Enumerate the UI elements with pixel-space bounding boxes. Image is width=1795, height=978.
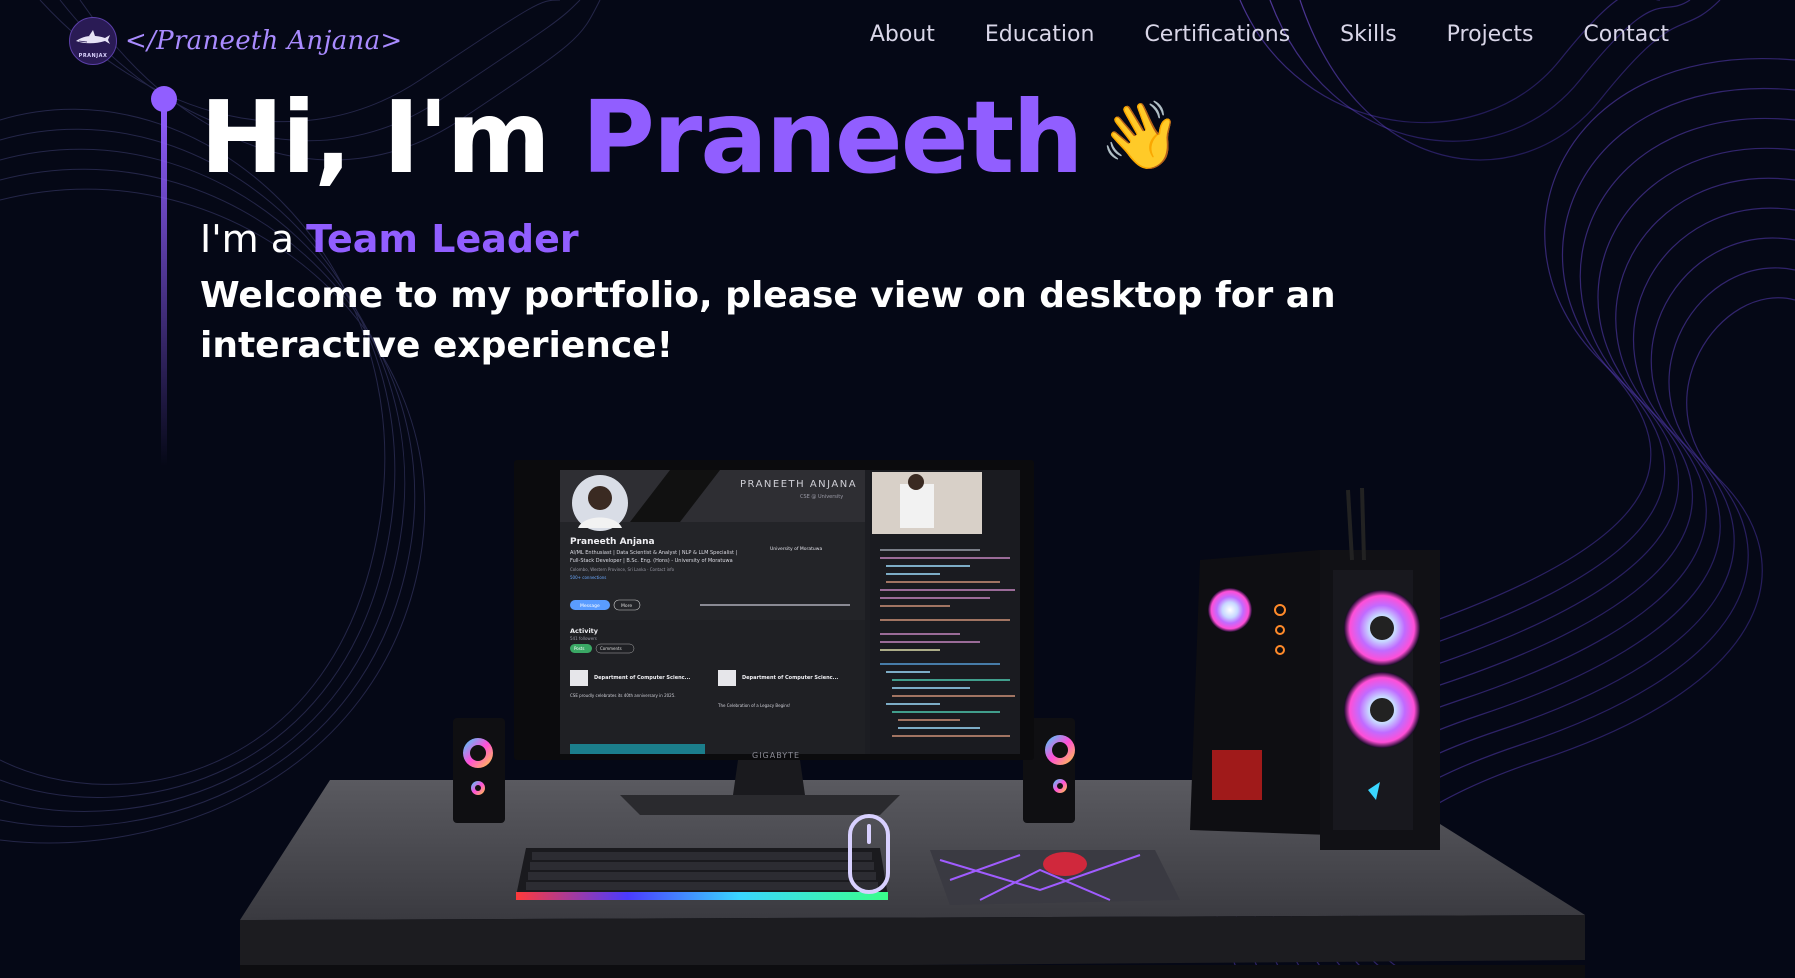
profile-banner-name: PRANEETH ANJANA — [740, 479, 857, 490]
profile-location: Colombo, Western Province, Sri Lanka · C… — [570, 567, 675, 572]
post2-title: Department of Computer Scienc... — [742, 675, 838, 681]
profile-banner-sub: CSE @ University — [800, 494, 843, 500]
nav-links: About Education Certifications Skills Pr… — [870, 22, 1669, 47]
hero-title: Hi, I'm Praneeth 👋 — [200, 80, 1600, 195]
nav-link-certifications[interactable]: Certifications — [1144, 22, 1290, 47]
post2-text: The Celebration of a Legacy Begins! — [717, 703, 790, 708]
profile-university: University of Moratuwa — [770, 546, 822, 552]
role-line: I'm a Team Leader — [200, 217, 1600, 261]
typed-role: Team Leader — [306, 217, 579, 261]
hero-greeting: Hi, I'm — [200, 79, 582, 196]
mousepad — [930, 850, 1180, 905]
hero-section: Hi, I'm Praneeth 👋 I'm a Team Leader Welc… — [200, 80, 1600, 372]
monitor: PRANEETH ANJANA CSE @ University Praneet… — [514, 460, 1034, 815]
waving-hand-icon: 👋 — [1099, 97, 1182, 174]
nav-link-projects[interactable]: Projects — [1447, 22, 1534, 47]
post1-title: Department of Computer Scienc... — [594, 675, 690, 681]
nav-link-contact[interactable]: Contact — [1583, 22, 1669, 47]
brand-link[interactable]: PRANJAX </Praneeth Anjana> — [69, 17, 402, 65]
activity-followers: 541 followers — [570, 636, 597, 641]
monitor-brand: GIGABYTE — [752, 751, 800, 760]
pc-case — [1190, 487, 1440, 850]
brand-name: </Praneeth Anjana> — [125, 26, 403, 56]
welcome-text: Welcome to my portfolio, please view on … — [200, 274, 1336, 367]
keyboard — [516, 848, 888, 900]
activity-title: Activity — [570, 627, 599, 635]
nav-link-skills[interactable]: Skills — [1340, 22, 1397, 47]
role-prefix: I'm a — [200, 217, 307, 261]
timeline-line — [161, 106, 167, 466]
profile-headline: AI/ML Enthusiast | Data Scientist & Anal… — [570, 550, 738, 556]
hero-name: Praneeth — [581, 79, 1084, 196]
more-button-label: More — [621, 603, 632, 609]
brand-logo: PRANJAX — [69, 17, 117, 65]
post1-text: CSE proudly celebrates its 40th annivers… — [570, 693, 676, 698]
navbar: PRANJAX </Praneeth Anjana> About Educati… — [0, 0, 1795, 80]
logo-text: PRANJAX — [78, 53, 108, 59]
message-button-label: Message — [580, 603, 600, 609]
profile-name: Praneeth Anjana — [570, 537, 655, 547]
posts-tab-label: Posts — [574, 646, 584, 651]
hero-timeline — [150, 86, 178, 486]
desk-scene[interactable]: PRANEETH ANJANA CSE @ University Praneet… — [240, 460, 1590, 978]
nav-link-education[interactable]: Education — [985, 22, 1095, 47]
comments-tab-label: Comments — [600, 646, 622, 651]
nav-link-about[interactable]: About — [870, 22, 935, 47]
profile-headline2: Full-Stack Developer | B.Sc. Eng. (Hons)… — [570, 558, 733, 564]
shark-logo-icon — [76, 30, 110, 44]
profile-connections: 500+ connections — [570, 575, 606, 580]
left-speaker — [453, 718, 505, 823]
